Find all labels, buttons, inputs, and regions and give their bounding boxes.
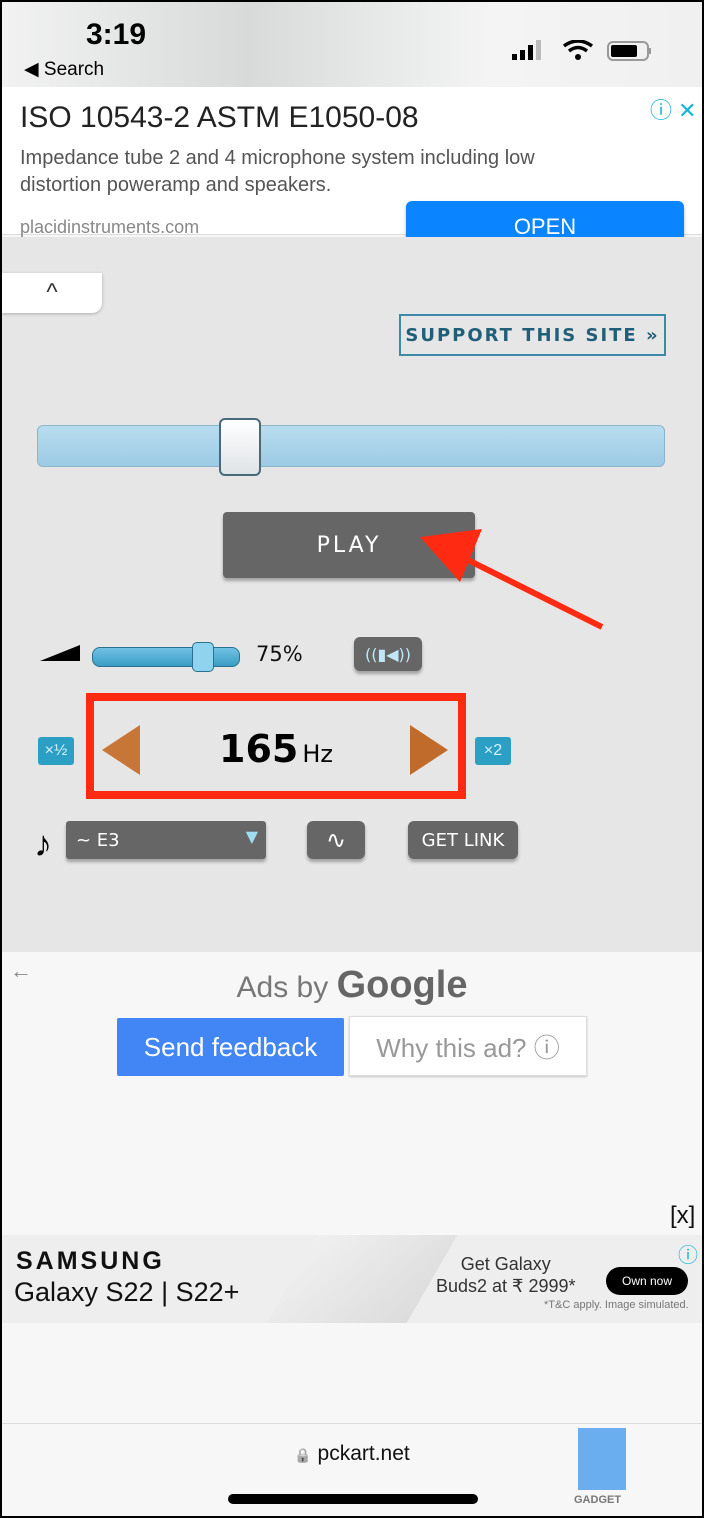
- home-indicator[interactable]: [228, 1494, 478, 1504]
- note-select-value: ~ E3: [76, 829, 120, 851]
- wifi-icon: [562, 40, 594, 60]
- info-icon[interactable]: ⓘ: [650, 98, 672, 123]
- annotation-arrow-icon: [420, 529, 604, 630]
- banner-disclaimer: *T&C apply. Image simulated.: [544, 1299, 689, 1311]
- info-icon[interactable]: ⓘ: [678, 1239, 698, 1268]
- own-now-button[interactable]: Own now: [606, 1267, 688, 1295]
- frequency-value: 165: [219, 727, 299, 771]
- banner-promo: Get Galaxy Buds2 at ₹ 2999*: [436, 1253, 576, 1297]
- banner-close-button[interactable]: [x]: [670, 1202, 695, 1230]
- phone-image: [266, 1235, 458, 1323]
- tone-generator: ^ SUPPORT THIS SITE » PLAY 75% ((▮◀)) ×½…: [2, 237, 702, 952]
- volume-slider-handle[interactable]: [192, 642, 214, 672]
- ad-title[interactable]: ISO 10543-2 ASTM E1050-08: [20, 101, 419, 135]
- note-select[interactable]: ~ E3 ▼: [66, 821, 266, 859]
- back-to-search-link[interactable]: ◀ Search: [24, 58, 104, 81]
- banner-brand: SAMSUNG: [16, 1247, 165, 1275]
- status-bar: 3:19 ◀ Search: [2, 2, 702, 87]
- why-this-ad-button[interactable]: Why this ad? ⓘ: [349, 1016, 587, 1076]
- chevron-up-icon: ^: [46, 279, 58, 306]
- google-ads-panel: ← Ads by Google Send feedback Why this a…: [2, 952, 702, 1235]
- watermark-text: GADGET: [574, 1494, 622, 1506]
- speaker-balance-icon: ((▮◀)): [364, 644, 412, 664]
- waveform-button[interactable]: ∿: [307, 821, 365, 859]
- frequency-display[interactable]: 165 Hz: [2, 727, 550, 771]
- screen: 3:19 ◀ Search ISO 10543-2 ASTM E1050-08 …: [2, 2, 702, 1516]
- frequency-slider-handle[interactable]: [219, 418, 261, 476]
- promo-line: Buds2 at ₹ 2999*: [436, 1276, 576, 1296]
- send-feedback-button[interactable]: Send feedback: [117, 1018, 344, 1076]
- ad-domain: placidinstruments.com: [20, 217, 200, 237]
- volume-slider-track[interactable]: [92, 647, 240, 667]
- top-ad[interactable]: ISO 10543-2 ASTM E1050-08 Impedance tube…: [2, 87, 702, 253]
- battery-icon: [607, 41, 651, 61]
- url-text: pckart.net: [317, 1442, 410, 1465]
- ads-by-label: Ads by: [236, 971, 329, 1004]
- samsung-banner-ad[interactable]: SAMSUNG Galaxy S22 | S22+ Get Galaxy Buds…: [2, 1235, 702, 1323]
- collapse-button[interactable]: ^: [2, 273, 102, 313]
- banner-product: Galaxy S22 | S22+: [14, 1277, 240, 1307]
- music-note-icon: ♪: [34, 823, 52, 864]
- ads-by-google: Ads by Google: [2, 964, 702, 1007]
- watermark-logo-icon: [578, 1428, 626, 1490]
- dropdown-triangle-icon: ▼: [245, 827, 258, 846]
- support-site-button[interactable]: SUPPORT THIS SITE »: [399, 314, 666, 356]
- close-icon[interactable]: ✕: [678, 98, 696, 123]
- google-logo: Google: [336, 964, 468, 1006]
- browser-bottom-bar: 🔒 pckart.net GADGET: [2, 1423, 702, 1516]
- get-link-button[interactable]: GET LINK: [408, 821, 518, 859]
- ad-controls: ⓘ ✕: [650, 93, 697, 125]
- stereo-balance-button[interactable]: ((▮◀)): [354, 637, 422, 671]
- ad-description: Impedance tube 2 and 4 microphone system…: [20, 147, 535, 196]
- frequency-unit: Hz: [302, 740, 333, 768]
- status-icons: [512, 40, 651, 61]
- frequency-slider-track[interactable]: [37, 425, 665, 467]
- volume-value: 75%: [256, 642, 303, 666]
- volume-icon: [40, 645, 80, 661]
- cellular-signal-icon: [512, 40, 541, 60]
- promo-line: Get Galaxy: [460, 1254, 551, 1274]
- lock-icon: 🔒: [294, 1447, 312, 1463]
- sine-wave-icon: ∿: [325, 826, 347, 854]
- clock: 3:19: [86, 18, 147, 51]
